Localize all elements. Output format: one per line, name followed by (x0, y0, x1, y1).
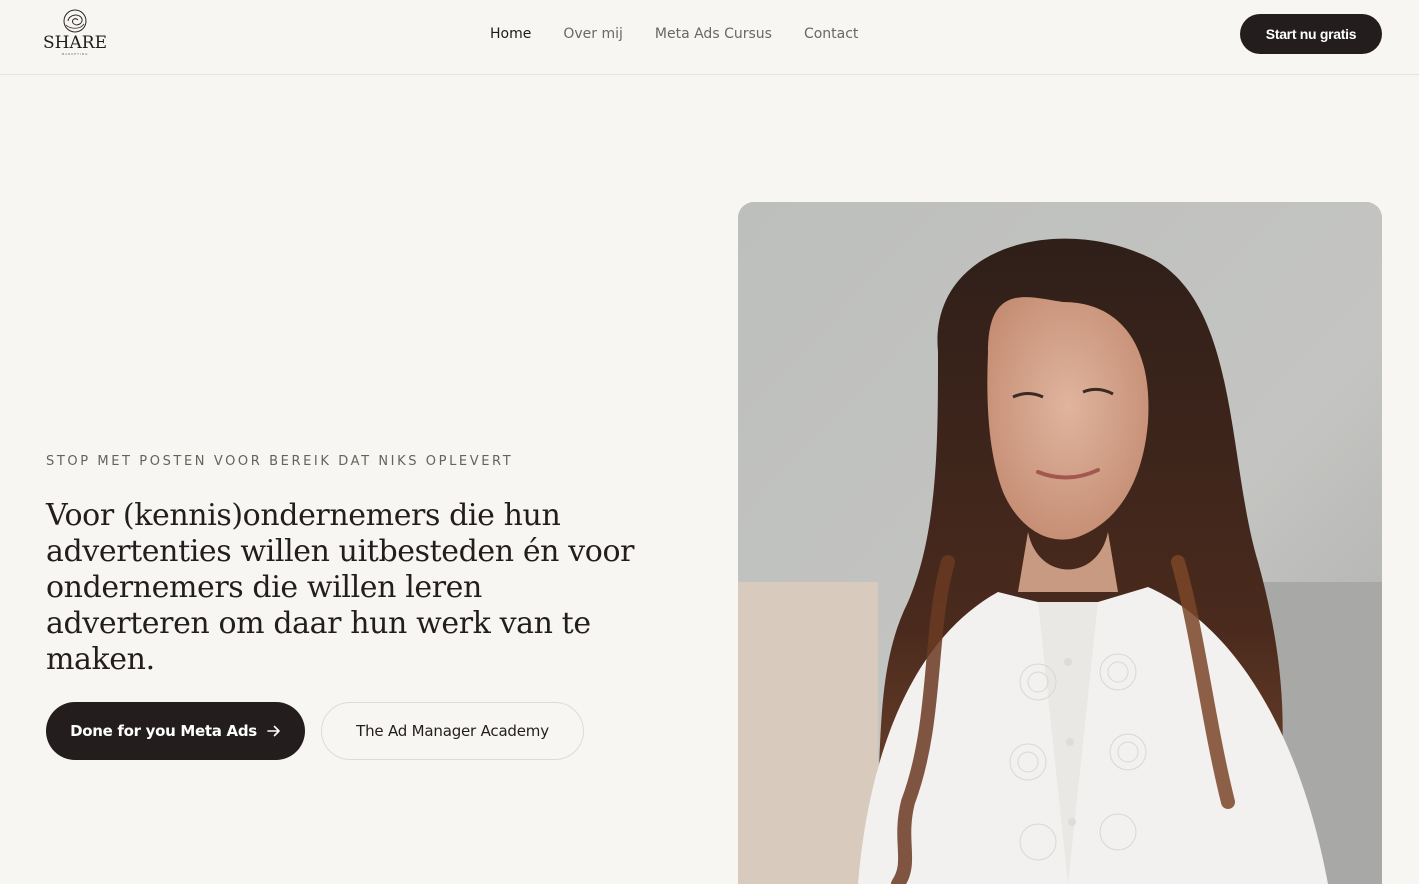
done-for-you-button[interactable]: Done for you Meta Ads (46, 702, 305, 760)
nav-item-meta-ads-cursus[interactable]: Meta Ads Cursus (655, 25, 772, 43)
nav-item-home[interactable]: Home (490, 25, 531, 43)
ad-manager-academy-label: The Ad Manager Academy (356, 722, 549, 740)
brand-logo[interactable]: SHARE MARKETING (43, 8, 107, 60)
site-header: SHARE MARKETING Home Over mij Meta Ads C… (0, 0, 1419, 75)
start-free-button[interactable]: Start nu gratis (1240, 14, 1382, 54)
portrait-illustration (738, 202, 1382, 884)
arrow-right-icon (267, 725, 280, 737)
logo-text: SHARE (43, 33, 107, 53)
logo-swirl-icon (63, 9, 87, 33)
main-nav: Home Over mij Meta Ads Cursus Contact (490, 25, 890, 43)
ad-manager-academy-button[interactable]: The Ad Manager Academy (321, 702, 584, 760)
nav-item-over-mij[interactable]: Over mij (563, 25, 623, 43)
logo-subtext: MARKETING (61, 52, 89, 56)
hero-headline: Voor (kennis)ondernemers die hun adverte… (46, 498, 635, 677)
hero-portrait-image (738, 202, 1382, 884)
done-for-you-label: Done for you Meta Ads (70, 722, 257, 740)
nav-item-contact[interactable]: Contact (804, 25, 858, 43)
hero-eyebrow: STOP MET POSTEN VOOR BEREIK DAT NIKS OPL… (46, 454, 514, 469)
